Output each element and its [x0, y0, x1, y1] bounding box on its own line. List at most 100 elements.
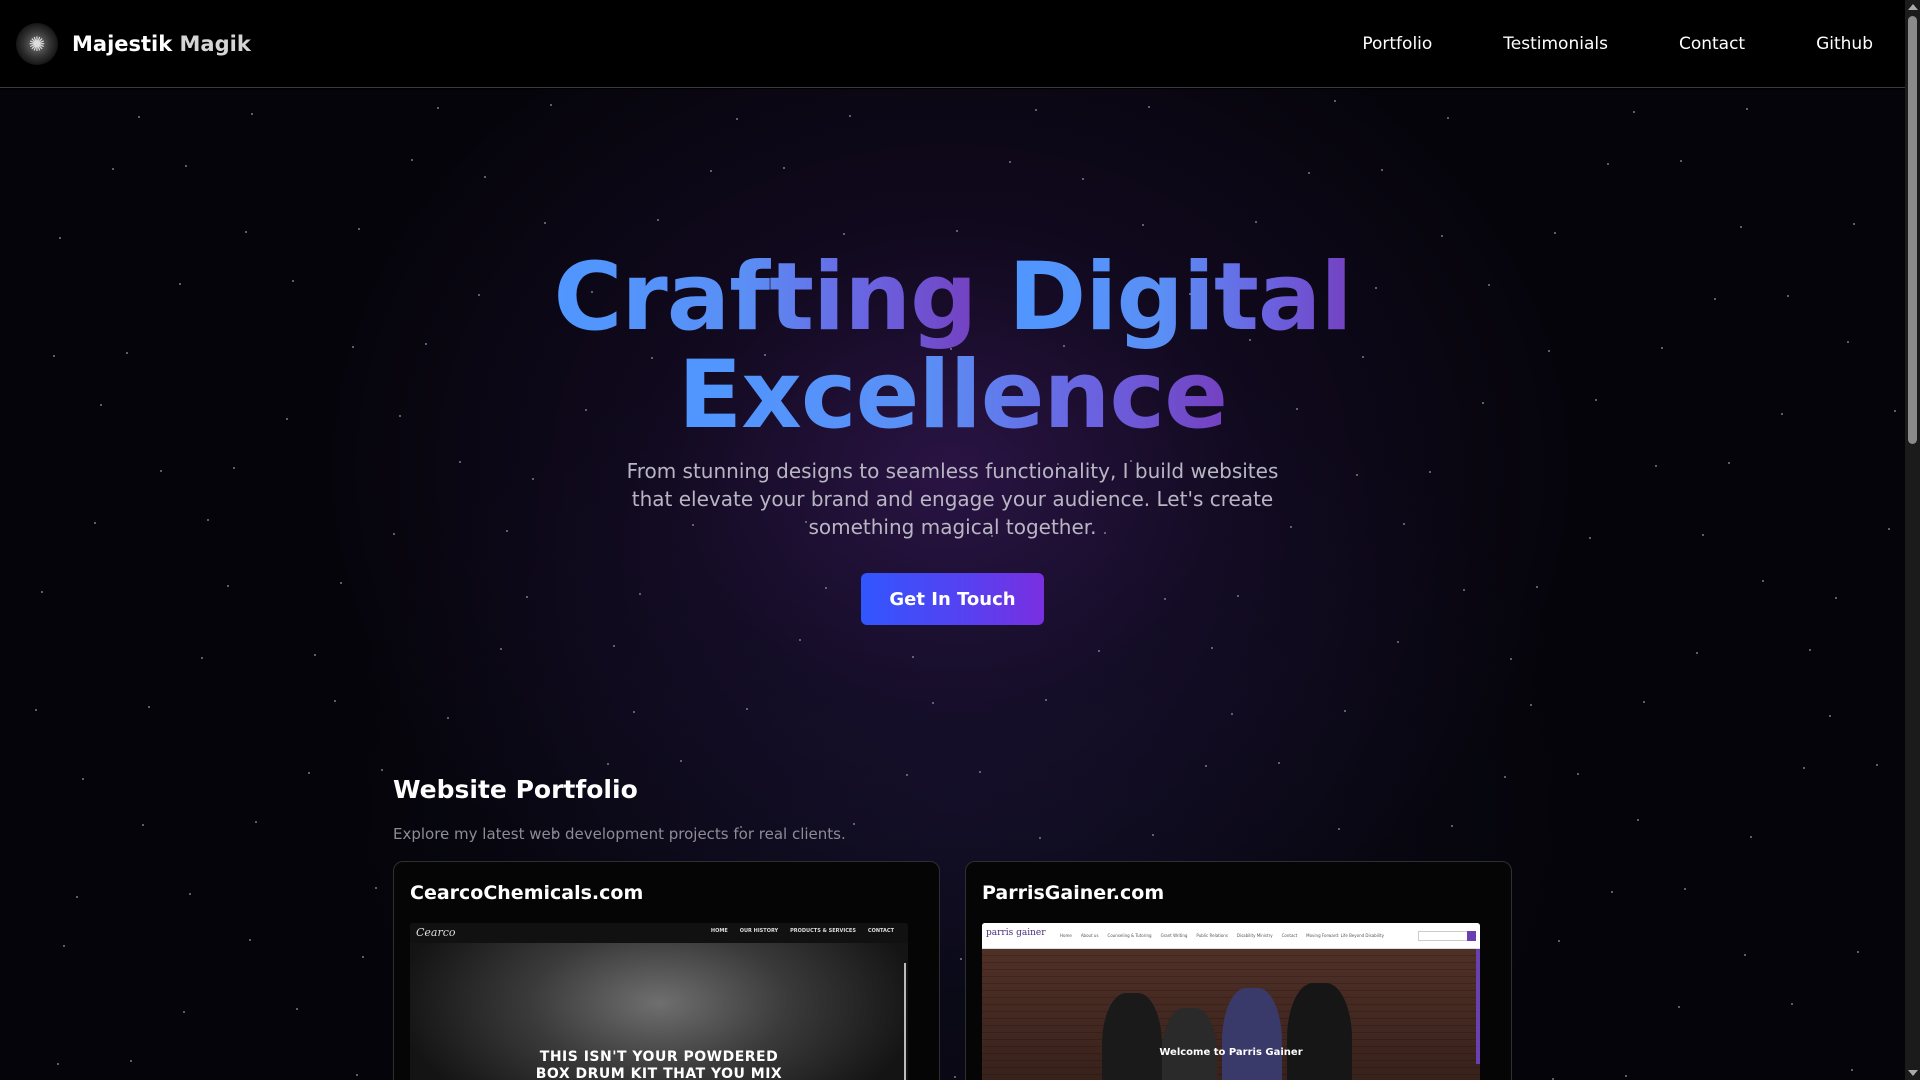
star-dot: [1536, 586, 1538, 588]
star-dot: [1356, 474, 1358, 476]
get-in-touch-button[interactable]: Get In Touch: [861, 573, 1044, 625]
preview-menu-item: HOME: [710, 928, 728, 934]
star-dot: [954, 1076, 956, 1078]
nav-link-portfolio[interactable]: Portfolio: [1362, 34, 1432, 54]
star-dot: [506, 530, 508, 532]
star-dot: [1803, 767, 1805, 769]
star-dot: [746, 708, 748, 710]
person-figure: [1222, 988, 1282, 1080]
nav-link-github[interactable]: Github: [1816, 34, 1873, 54]
star-dot: [1039, 837, 1041, 839]
page-scrollbar[interactable]: [1905, 0, 1920, 1080]
star-dot: [255, 821, 257, 823]
portfolio-card-parris[interactable]: ParrisGainer.com parris gainer Home Abou…: [965, 861, 1512, 1080]
star-dot: [1278, 762, 1280, 764]
portfolio-preview-image[interactable]: parris gainer Home About us Counseling &…: [982, 923, 1480, 1080]
nav-link-contact[interactable]: Contact: [1679, 34, 1745, 54]
star-dot: [633, 711, 635, 713]
hero-subtitle: From stunning designs to seamless functi…: [626, 459, 1279, 539]
star-dot: [41, 591, 43, 593]
portfolio-card-title: ParrisGainer.com: [982, 882, 1165, 904]
star-dot: [447, 717, 449, 719]
star-dot: [94, 522, 96, 524]
star-dot: [1148, 106, 1150, 108]
star-dot: [912, 656, 914, 658]
star-dot: [1643, 701, 1645, 703]
star-dot: [207, 519, 209, 521]
portfolio-card-cearco[interactable]: CearcoChemicals.com Cearco HOME OUR HIST…: [393, 861, 940, 1080]
star-dot: [853, 823, 855, 825]
nav-link-testimonials[interactable]: Testimonials: [1503, 34, 1608, 54]
star-dot: [148, 706, 150, 708]
star-dot: [1728, 462, 1730, 464]
preview-headline-line: THIS ISN'T YOUR POWDERED: [539, 1049, 779, 1065]
star-dot: [484, 176, 486, 178]
person-figure: [1287, 983, 1352, 1080]
star-dot: [1678, 1006, 1680, 1008]
star-dot: [1142, 224, 1144, 226]
star-dot: [245, 231, 247, 233]
brand-name[interactable]: Majestik Magik: [72, 32, 251, 56]
star-dot: [1888, 528, 1890, 530]
star-dot: [1607, 163, 1609, 165]
preview-menu: Home About us Counseling & Tutoring Gran…: [1060, 933, 1384, 938]
star-dot: [358, 228, 360, 230]
scroll-down-arrow-icon[interactable]: [1908, 1070, 1918, 1076]
star-dot: [1696, 652, 1698, 654]
star-dot: [1750, 836, 1752, 838]
star-dot: [849, 115, 851, 117]
star-dot: [960, 958, 962, 960]
preview-menu-item: CONTACT: [867, 928, 894, 934]
star-dot: [459, 461, 461, 463]
star-dot: [35, 709, 37, 711]
scrollbar-thumb[interactable]: [1908, 16, 1917, 444]
star-dot: [76, 896, 78, 898]
star-dot: [1504, 776, 1506, 778]
star-dot: [1762, 580, 1764, 582]
star-dot: [1611, 891, 1613, 893]
star-dot: [362, 956, 364, 958]
preview-logo: parris gainer: [986, 928, 1046, 938]
preview-navbar: Cearco HOME OUR HISTORY PRODUCTS & SERVI…: [410, 923, 908, 943]
star-dot: [1829, 715, 1831, 717]
preview-search-input: [1418, 931, 1474, 941]
star-dot: [544, 222, 546, 224]
star-dot: [1397, 641, 1399, 643]
star-dot: [1463, 589, 1465, 591]
star-dot: [736, 118, 738, 120]
star-dot: [1554, 232, 1556, 234]
brand[interactable]: ✺ Majestik Magik: [16, 22, 251, 65]
star-dot: [59, 237, 61, 239]
portfolio-preview-image[interactable]: Cearco HOME OUR HISTORY PRODUCTS & SERVI…: [410, 923, 908, 1080]
star-dot: [979, 771, 981, 773]
preview-headline: Welcome to Parris Gainer: [1159, 1047, 1303, 1058]
star-dot: [932, 702, 934, 704]
portfolio-card-title: CearcoChemicals.com: [410, 882, 644, 904]
hero-title-word-crafting: Crafting: [553, 243, 977, 352]
scroll-up-arrow-icon[interactable]: [1908, 4, 1918, 10]
star-dot: [906, 774, 908, 776]
logo-icon[interactable]: ✺: [16, 22, 58, 65]
preview-menu-item: Public Relations: [1196, 933, 1228, 938]
hero-title: Crafting Digital Excellence: [0, 249, 1905, 445]
star-dot: [1876, 764, 1878, 766]
star-dot: [799, 639, 801, 641]
star-dot: [843, 233, 845, 235]
star-dot: [1231, 713, 1233, 715]
star-dot: [1344, 710, 1346, 712]
star-dot: [356, 1074, 358, 1076]
star-dot: [411, 159, 413, 161]
star-dot: [138, 116, 140, 118]
star-dot: [639, 593, 641, 595]
preview-menu-item: OUR HISTORY: [739, 928, 779, 934]
preview-menu-item: Moving Forward: Life Beyond Disability: [1306, 933, 1384, 938]
star-dot: [825, 587, 827, 589]
star-dot: [1510, 658, 1512, 660]
preview-menu-item: Disability Ministry: [1236, 933, 1273, 938]
star-dot: [1589, 537, 1591, 539]
star-dot: [1451, 825, 1453, 827]
star-dot: [1205, 765, 1207, 767]
star-dot: [57, 1063, 59, 1065]
star-dot: [314, 654, 316, 656]
site-header: ✺ Majestik Magik Portfolio Testimonials …: [0, 0, 1905, 88]
